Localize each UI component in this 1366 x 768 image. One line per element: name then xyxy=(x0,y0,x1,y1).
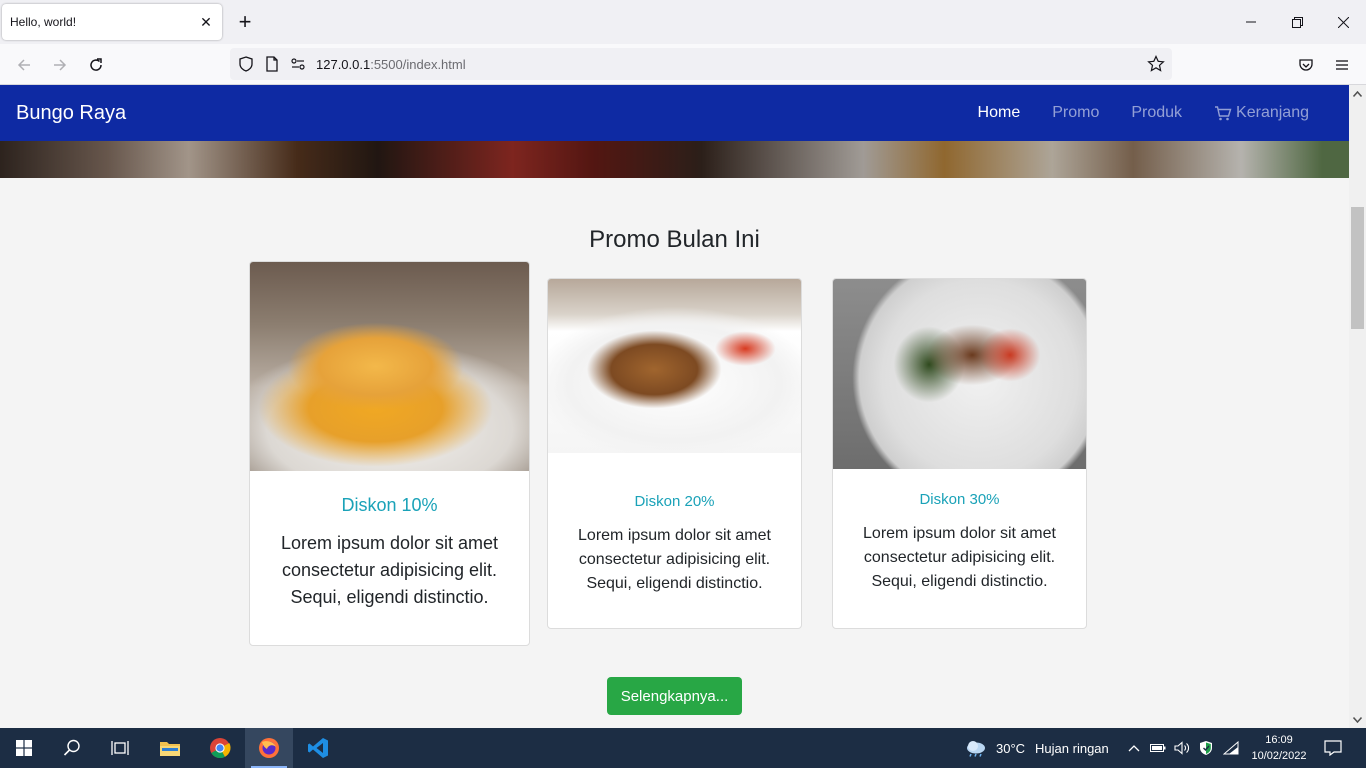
card-image xyxy=(548,279,801,453)
hero-image xyxy=(0,141,1349,178)
page-scrollbar[interactable] xyxy=(1349,85,1366,728)
close-window-icon[interactable] xyxy=(1320,10,1366,34)
card-text: Lorem ipsum dolor sit amet consectetur a… xyxy=(863,525,1056,590)
promo-card: Diskon 10% Lorem ipsum dolor sit amet co… xyxy=(249,261,530,646)
url-text[interactable]: 127.0.0.1:5500/index.html xyxy=(316,57,466,72)
clock-time: 16:09 xyxy=(1265,734,1293,746)
weather-widget[interactable]: 30°C Hujan ringan xyxy=(964,728,1109,768)
nav-link-promo[interactable]: Promo xyxy=(1052,104,1099,122)
tab-close-icon[interactable]: ✕ xyxy=(198,14,214,31)
nav-link-home[interactable]: Home xyxy=(978,104,1021,122)
browser-tab[interactable]: Hello, world! ✕ xyxy=(2,4,222,40)
site-brand[interactable]: Bungo Raya xyxy=(16,102,126,125)
security-shield-icon[interactable] xyxy=(1194,728,1218,768)
card-title: Diskon 30% xyxy=(919,491,1000,508)
restore-icon[interactable] xyxy=(1274,10,1320,34)
nav-links: Home Promo Produk Keranjang xyxy=(946,85,1309,141)
shield-icon[interactable] xyxy=(236,54,256,74)
new-tab-icon[interactable]: + xyxy=(234,10,256,34)
battery-icon[interactable] xyxy=(1146,728,1170,768)
browser-tab-bar: Hello, world! ✕ + xyxy=(0,0,1366,44)
scroll-down-icon[interactable] xyxy=(1349,711,1366,728)
tab-title: Hello, world! xyxy=(10,15,77,29)
chrome-icon[interactable] xyxy=(196,728,244,768)
card-image xyxy=(833,279,1086,469)
url-bar[interactable]: 127.0.0.1:5500/index.html xyxy=(230,48,1172,80)
nav-link-keranjang-label: Keranjang xyxy=(1236,104,1309,121)
windows-start-icon[interactable] xyxy=(0,728,48,768)
bookmark-star-icon[interactable] xyxy=(1146,54,1166,74)
page-icon[interactable] xyxy=(262,54,282,74)
cart-icon xyxy=(1215,106,1232,121)
card-text: Lorem ipsum dolor sit amet consectetur a… xyxy=(280,533,499,607)
file-explorer-icon[interactable] xyxy=(146,728,194,768)
card-title: Diskon 10% xyxy=(341,495,438,515)
weather-icon xyxy=(967,741,985,757)
search-icon[interactable] xyxy=(48,728,96,768)
minimize-icon[interactable] xyxy=(1228,10,1274,34)
nav-link-produk[interactable]: Produk xyxy=(1131,104,1182,122)
scroll-thumb[interactable] xyxy=(1351,207,1364,329)
card-text: Lorem ipsum dolor sit amet consectetur a… xyxy=(578,527,771,592)
promo-card: Diskon 20% Lorem ipsum dolor sit amet co… xyxy=(547,278,802,629)
card-title: Diskon 20% xyxy=(634,493,715,510)
wifi-icon[interactable] xyxy=(1219,728,1243,768)
chevron-up-icon[interactable] xyxy=(1122,728,1146,768)
back-icon[interactable] xyxy=(11,52,37,78)
firefox-icon[interactable] xyxy=(245,728,293,768)
scroll-up-icon[interactable] xyxy=(1349,85,1366,102)
pocket-icon[interactable] xyxy=(1293,52,1319,78)
forward-icon[interactable] xyxy=(47,52,73,78)
taskbar: 30°C Hujan ringan 16:09 10/02/2022 xyxy=(0,728,1366,768)
permissions-icon[interactable] xyxy=(288,54,308,74)
reload-icon[interactable] xyxy=(83,52,109,78)
browser-toolbar: 127.0.0.1:5500/index.html xyxy=(0,44,1366,85)
url-path: :5500/index.html xyxy=(370,56,466,72)
card-image xyxy=(250,262,529,471)
more-button[interactable]: Selengkapnya... xyxy=(607,677,742,715)
site-navbar: Bungo Raya Home Promo Produk Keranjang xyxy=(0,85,1349,141)
nav-link-keranjang[interactable]: Keranjang xyxy=(1214,104,1309,122)
clock-date: 10/02/2022 xyxy=(1251,750,1307,762)
menu-icon[interactable] xyxy=(1329,52,1355,78)
weather-temperature: 30°C xyxy=(996,740,1026,756)
vscode-icon[interactable] xyxy=(294,728,342,768)
system-clock[interactable]: 16:09 10/02/2022 xyxy=(1244,732,1314,764)
volume-icon[interactable] xyxy=(1170,728,1194,768)
url-host: 127.0.0.1 xyxy=(316,56,371,72)
task-view-icon[interactable] xyxy=(96,728,144,768)
promo-card: Diskon 30% Lorem ipsum dolor sit amet co… xyxy=(832,278,1087,629)
weather-description: Hujan ringan xyxy=(1035,740,1109,756)
section-title: Promo Bulan Ini xyxy=(589,226,760,253)
notification-icon[interactable] xyxy=(1320,728,1346,768)
page-viewport: Bungo Raya Home Promo Produk Keranjang P… xyxy=(0,85,1349,728)
